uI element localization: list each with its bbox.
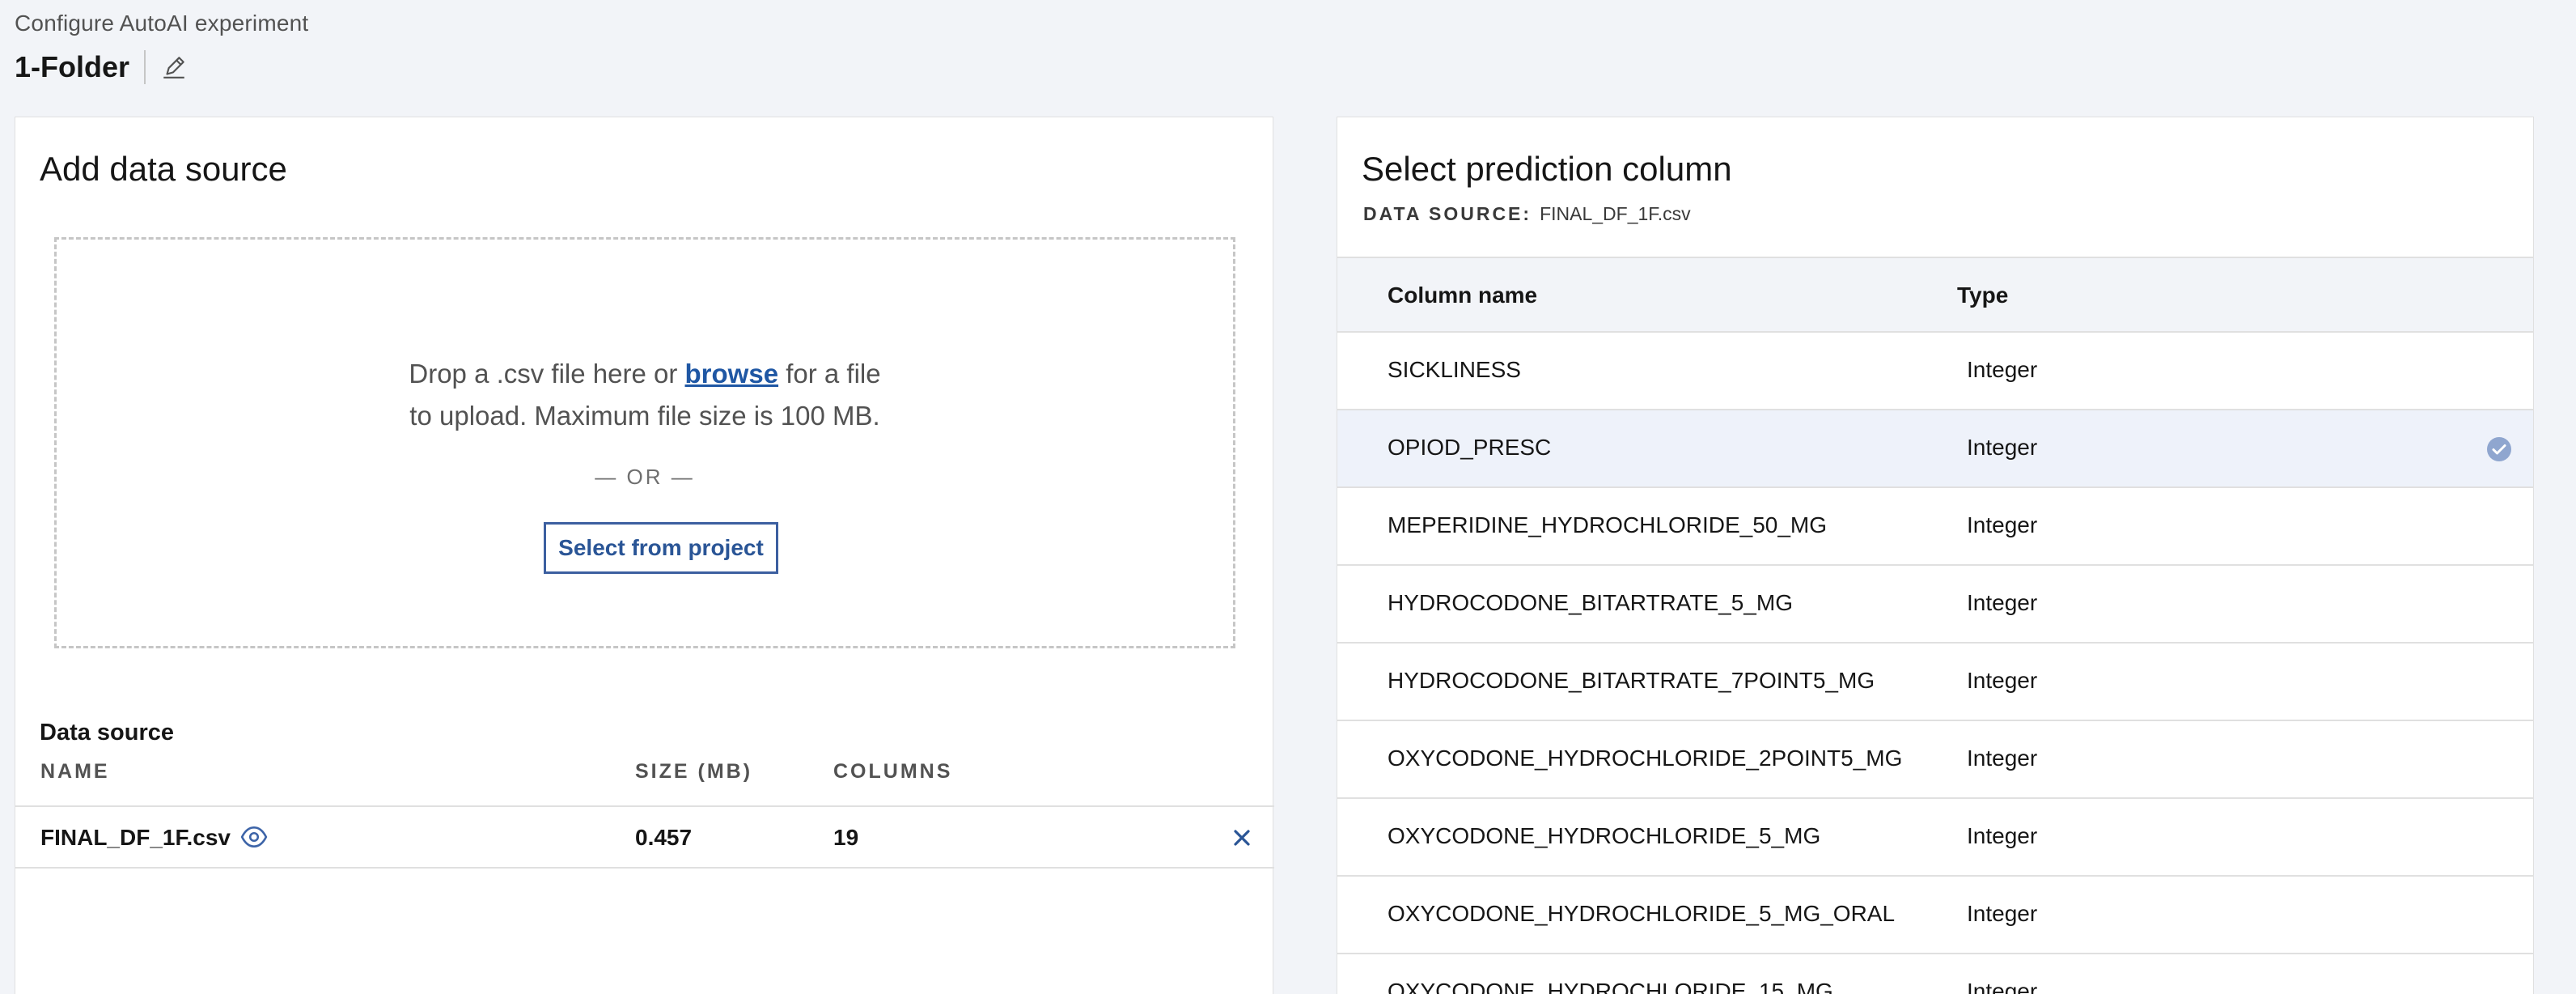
file-size: 0.457 <box>635 825 693 850</box>
data-source-caption: DATA SOURCE: <box>1363 203 1532 224</box>
close-icon[interactable] <box>1231 826 1253 849</box>
column-name-cell: OXYCODONE_HYDROCHLORIDE_5_MG_ORAL <box>1388 901 1896 926</box>
panel-title: Add data source <box>40 150 287 188</box>
column-name-cell: HYDROCODONE_BITARTRATE_5_MG <box>1388 590 1793 615</box>
table-row[interactable]: HYDROCODONE_BITARTRATE_5_MG Integer <box>1337 566 2533 644</box>
table-row[interactable]: MEPERIDINE_HYDROCHLORIDE_50_MG Integer <box>1337 488 2533 566</box>
table-row[interactable]: HYDROCODONE_BITARTRATE_7POINT5_MG Integer <box>1337 644 2533 721</box>
checkmark-filled-icon <box>2487 437 2511 461</box>
table-row[interactable]: OXYCODONE_HYDROCHLORIDE_2POINT5_MG Intege… <box>1337 721 2533 799</box>
select-from-project-button[interactable]: Select from project <box>544 522 778 574</box>
type-header[interactable]: Type <box>1957 282 2008 308</box>
data-source-label: DATA SOURCE: FINAL_DF_1F.csv <box>1363 203 1691 225</box>
add-data-source-panel: Add data source Drop a .csv file here or… <box>15 117 1274 994</box>
column-name-cell: OXYCODONE_HYDROCHLORIDE_5_MG <box>1388 823 1821 848</box>
prediction-column-panel: Select prediction column DATA SOURCE: FIN… <box>1337 117 2534 994</box>
eye-icon[interactable] <box>240 825 268 849</box>
dropzone-line-1: Drop a .csv file here or browse for a fi… <box>57 353 1233 395</box>
column-table-body: SICKLINESS Integer OPIOD_PRESC Integer MEPER… <box>1337 333 2533 994</box>
column-type-cell: Integer <box>1967 823 2038 848</box>
column-type-cell: Integer <box>1967 746 2038 771</box>
breadcrumb[interactable]: Configure AutoAI experiment <box>15 11 308 36</box>
column-name-header[interactable]: Column name <box>1388 282 1537 308</box>
page: Configure AutoAI experiment 1-Folder Add… <box>0 0 2576 994</box>
data-source-name: FINAL_DF_1F.csv <box>1540 203 1691 224</box>
column-table: Column name Type SICKLINESS Integer OPIOD_… <box>1337 257 2533 994</box>
page-title: 1-Folder <box>15 50 130 83</box>
column-type-cell: Integer <box>1967 512 2038 537</box>
column-table-header: Column name Type <box>1337 257 2533 333</box>
or-divider: — OR — <box>595 465 695 489</box>
dropzone-instructions: Drop a .csv file here or browse for a fi… <box>57 353 1233 437</box>
table-row[interactable]: OXYCODONE_HYDROCHLORIDE_5_MG_ORAL Integer <box>1337 877 2533 954</box>
file-dropzone[interactable]: Drop a .csv file here or browse for a fi… <box>54 237 1235 648</box>
columns-column-header: COLUMNS <box>833 760 953 783</box>
column-count: 19 <box>833 825 859 850</box>
column-name-cell: OPIOD_PRESC <box>1388 435 1552 460</box>
table-row[interactable]: OPIOD_PRESC Integer <box>1337 410 2533 488</box>
column-name-cell: MEPERIDINE_HYDROCHLORIDE_50_MG <box>1388 512 1828 537</box>
title-row: 1-Folder <box>15 47 194 87</box>
panel-title: Select prediction column <box>1362 150 1732 188</box>
column-type-cell: Integer <box>1967 357 2038 382</box>
edit-title-button[interactable] <box>154 47 194 87</box>
column-name-cell: OXYCODONE_HYDROCHLORIDE_15_MG <box>1388 979 1833 994</box>
column-type-cell: Integer <box>1967 901 2038 926</box>
page-header: Configure AutoAI experiment 1-Folder <box>15 0 985 97</box>
data-source-table-header: NAME SIZE (MB) COLUMNS <box>15 757 1274 789</box>
column-name-cell: OXYCODONE_HYDROCHLORIDE_2POINT5_MG <box>1388 746 1903 771</box>
name-column-header: NAME <box>40 760 110 783</box>
data-source-heading: Data source <box>40 720 175 746</box>
column-type-cell: Integer <box>1967 979 2038 994</box>
column-name-cell: HYDROCODONE_BITARTRATE_7POINT5_MG <box>1388 668 1875 693</box>
table-row[interactable]: OXYCODONE_HYDROCHLORIDE_15_MG Integer <box>1337 954 2533 994</box>
column-type-cell: Integer <box>1967 668 2038 693</box>
dropzone-text: for a file <box>778 359 881 389</box>
title-divider <box>144 50 146 84</box>
data-source-row: FINAL_DF_1F.csv 0.457 19 <box>15 805 1274 869</box>
file-name: FINAL_DF_1F.csv <box>40 825 231 850</box>
column-type-cell: Integer <box>1967 590 2038 615</box>
table-row[interactable]: SICKLINESS Integer <box>1337 333 2533 410</box>
column-type-cell: Integer <box>1967 435 2038 460</box>
table-row[interactable]: OXYCODONE_HYDROCHLORIDE_5_MG Integer <box>1337 799 2533 877</box>
size-column-header: SIZE (MB) <box>635 760 753 783</box>
dropzone-line-2: to upload. Maximum file size is 100 MB. <box>409 401 880 431</box>
pencil-icon <box>163 57 184 79</box>
column-name-cell: SICKLINESS <box>1388 357 1521 382</box>
dropzone-text: Drop a .csv file here or <box>409 359 685 389</box>
browse-link[interactable]: browse <box>685 359 779 389</box>
